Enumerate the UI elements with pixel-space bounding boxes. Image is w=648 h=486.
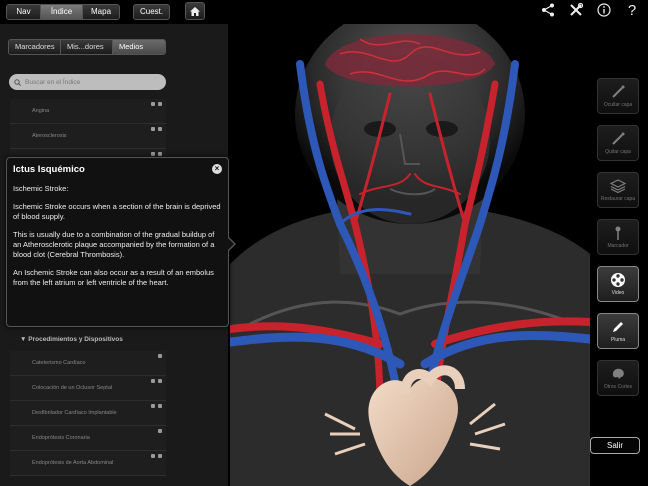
tool-label: Ocultar capa [603, 102, 633, 108]
tool-label: Quitar capa [605, 149, 631, 155]
restore-layer-button[interactable]: Restaurar capa [597, 172, 639, 208]
video-button[interactable]: Video [597, 266, 639, 302]
tool-label: Marcador [607, 243, 629, 249]
index-button[interactable]: Índice [41, 5, 83, 19]
info-icon[interactable] [596, 2, 612, 18]
lock-icon [158, 354, 162, 358]
wand-icon [612, 85, 625, 98]
pin-button[interactable]: Marcador [597, 219, 639, 255]
search-placeholder: Buscar en el Índice [25, 78, 81, 86]
lock-icon [151, 127, 162, 131]
share-icon[interactable] [540, 2, 556, 18]
other-slices-button[interactable]: Otros Cortes [597, 360, 639, 396]
panel-tabs: Marcadores Mis...dores Medios [8, 39, 166, 55]
section-title: Procedimientos y Dispositivos [28, 336, 123, 343]
tool-column: Ocultar capa Quitar capa Restaurar capa … [597, 78, 639, 407]
info-popup: Ictus Isquémico × Ischemic Stroke: Ische… [6, 157, 236, 327]
help-icon[interactable]: ? [624, 2, 640, 19]
close-icon[interactable]: × [212, 164, 222, 174]
list-item[interactable]: Desfibrilador Cardíaco Implantable [10, 401, 166, 426]
list-item-label: Angina [32, 108, 50, 114]
lock-icon [151, 454, 162, 458]
top-right-icons: ? [540, 2, 640, 19]
layers-icon [610, 179, 626, 194]
popup-paragraph-1: Ischemic Stroke occurs when a section of… [13, 202, 221, 221]
lock-icon [151, 102, 162, 106]
top-toolbar: Nav Índice Mapa Cuest. ? [0, 0, 648, 24]
list-item-label: Endoprótesis de Aorta Abdominal [32, 460, 114, 466]
lock-icon [158, 429, 162, 433]
head-neck-vessels-illustration [225, 4, 595, 486]
list-item[interactable]: Endoprótesis Coronaria [10, 426, 166, 451]
brain-icon [612, 368, 624, 379]
index-list-bottom: Cateterismo Cardíaco Colocación de un Oc… [10, 351, 166, 476]
exit-button[interactable]: Salir [590, 437, 640, 454]
tools-icon[interactable] [568, 2, 584, 18]
lock-icon [151, 404, 162, 408]
home-button[interactable] [185, 2, 205, 20]
remove-layer-button[interactable]: Quitar capa [597, 125, 639, 161]
list-item-label: Colocación de un Oclusor Septal [32, 385, 113, 391]
quiz-button[interactable]: Cuest. [133, 4, 171, 20]
list-item-label: Aterosclerosis [32, 133, 67, 139]
tool-label: Video [611, 290, 625, 296]
wand-icon [612, 132, 625, 145]
film-reel-icon [611, 273, 625, 287]
list-item[interactable]: Colocación de un Oclusor Septal [10, 376, 166, 401]
home-icon [190, 6, 200, 16]
search-input[interactable]: Buscar en el Índice [9, 74, 166, 90]
lock-icon [151, 379, 162, 383]
triangle-down-icon: ▼ [20, 336, 27, 343]
list-item[interactable]: Endoprótesis de Aorta Abdominal [10, 451, 166, 476]
tool-label: Otros Cortes [603, 384, 633, 390]
list-item[interactable]: Aterosclerosis [10, 124, 166, 149]
pen-icon [613, 322, 623, 332]
view-segmented-control: Nav Índice Mapa [6, 4, 120, 20]
search-icon [14, 78, 21, 86]
tab-media[interactable]: Medios [113, 40, 165, 54]
list-item-label: Desfibrilador Cardíaco Implantable [32, 410, 117, 416]
list-item[interactable]: Cateterismo Cardíaco [10, 351, 166, 376]
popup-paragraph-3: An Ischemic Stroke can also occur as a r… [13, 268, 214, 287]
tab-bookmarks[interactable]: Marcadores [9, 40, 61, 54]
lock-icon [151, 152, 162, 156]
popup-arrow [227, 236, 236, 252]
pen-button[interactable]: Pluma [597, 313, 639, 349]
list-item-label: Cateterismo Cardíaco [32, 360, 86, 366]
popup-title: Ictus Isquémico [13, 164, 85, 175]
list-item[interactable]: Angina [10, 99, 166, 124]
tool-label: Restaurar capa [600, 196, 636, 202]
popup-paragraph-2: This is usually due to a combination of … [13, 230, 215, 259]
popup-subtitle: Ischemic Stroke: [13, 184, 69, 193]
tab-my-bookmarks[interactable]: Mis...dores [61, 40, 113, 54]
list-item-label: Endoprótesis Coronaria [32, 435, 90, 441]
map-button[interactable]: Mapa [83, 5, 119, 19]
tool-label: Pluma [610, 337, 626, 343]
anatomy-3d-view[interactable] [225, 4, 595, 486]
hide-layer-button[interactable]: Ocultar capa [597, 78, 639, 114]
nav-button[interactable]: Nav [7, 5, 41, 19]
pin-icon [615, 226, 621, 240]
section-header[interactable]: ▼ Procedimientos y Dispositivos [20, 336, 123, 343]
